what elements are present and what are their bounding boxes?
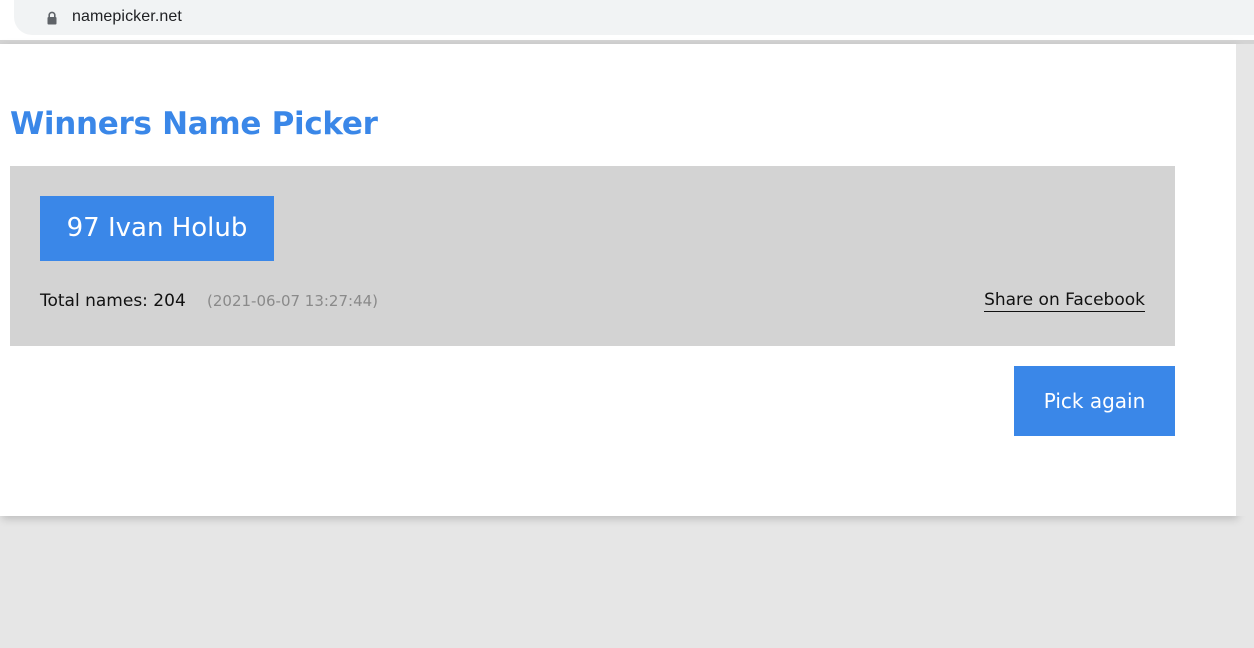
result-panel: 97 Ivan Holub Total names: 204 (2021-06-… (10, 166, 1175, 346)
share-on-facebook-link[interactable]: Share on Facebook (984, 290, 1145, 312)
page-title: Winners Name Picker (10, 106, 378, 142)
url-text[interactable]: namepicker.net (72, 8, 182, 26)
url-field[interactable]: namepicker.net (14, 0, 1254, 35)
total-names-label: Total names: 204 (40, 291, 186, 311)
winner-name-display: 97 Ivan Holub (40, 196, 274, 261)
pick-timestamp: (2021-06-07 13:27:44) (207, 292, 379, 310)
browser-address-bar: namepicker.net (0, 0, 1254, 40)
pick-again-button[interactable]: Pick again (1014, 366, 1175, 436)
lock-icon[interactable] (47, 11, 57, 25)
scroll-gutter (1236, 44, 1254, 516)
